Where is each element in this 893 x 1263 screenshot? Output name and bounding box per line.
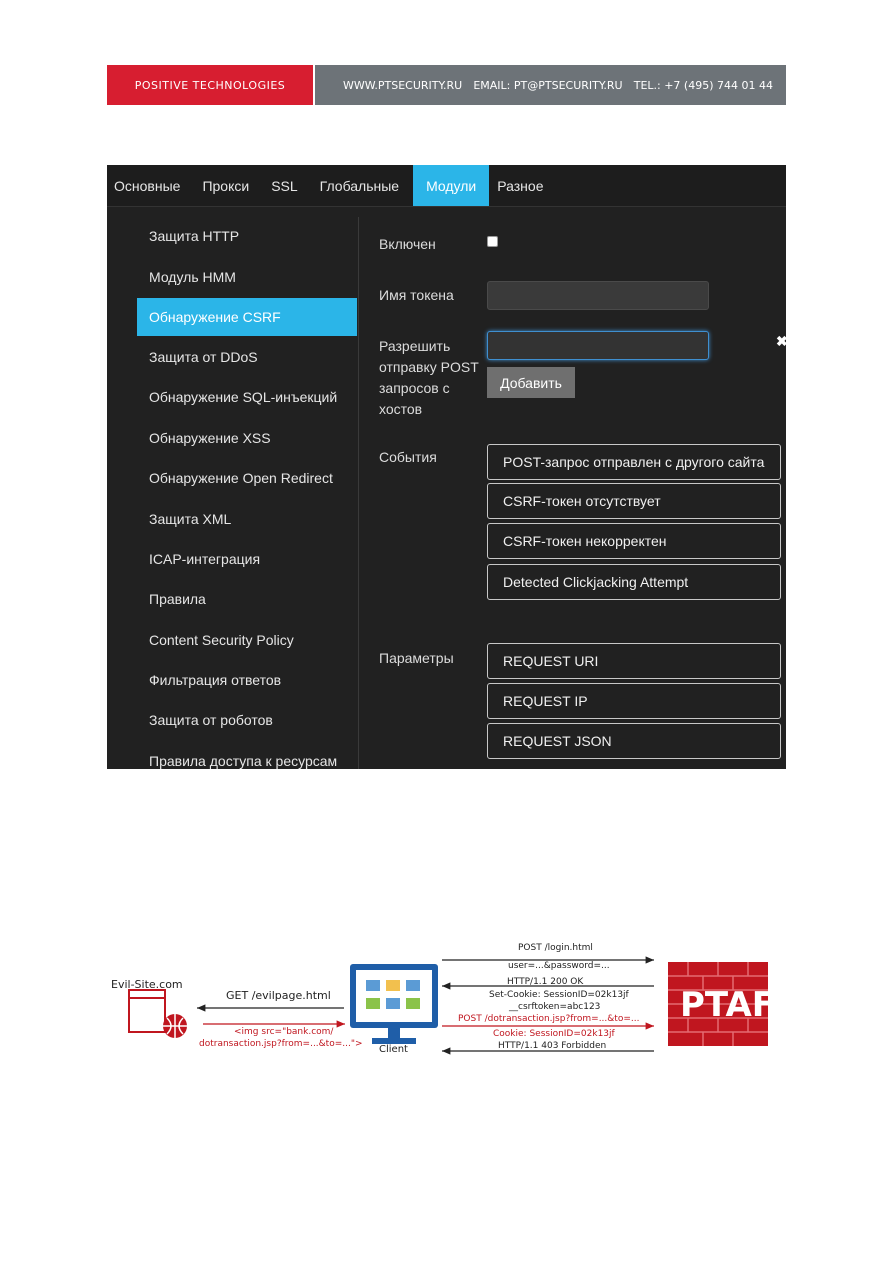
sidebar-item-http-protection[interactable]: Защита HTTP: [137, 216, 357, 256]
settings-panel: Основные Прокси SSL Глобальные Модули Ра…: [107, 165, 786, 769]
sidebar-item-robots[interactable]: Защита от роботов: [137, 700, 357, 740]
email-text: EMAIL: PT@PTSECURITY.RU: [473, 78, 623, 92]
add-button[interactable]: Добавить: [487, 367, 575, 398]
tab-ssl[interactable]: SSL: [263, 165, 311, 206]
client-label: Client: [379, 1044, 408, 1055]
param-item[interactable]: REQUEST URI: [487, 643, 781, 679]
event-item[interactable]: Detected Clickjacking Attempt: [487, 564, 781, 600]
evil-site-label: Evil-Site.com: [111, 978, 183, 991]
contact-bar: WWW.PTSECURITY.RU EMAIL: PT@PTSECURITY.R…: [315, 65, 786, 105]
sidebar-item-resource-access[interactable]: Правила доступа к ресурсам: [137, 741, 357, 769]
sidebar-item-open-redirect[interactable]: Обнаружение Open Redirect: [137, 458, 357, 498]
token-name-label: Имя токена: [379, 287, 454, 303]
sidebar-item-xml[interactable]: Защита XML: [137, 498, 357, 538]
img-tag-label-1: <img src="bank.com/: [234, 1027, 334, 1037]
brand-logo: POSITIVE TECHNOLOGIES: [107, 65, 313, 105]
csrf-token-label: __csrftoken=abc123: [509, 1002, 601, 1012]
sidebar-item-hmm-module[interactable]: Модуль HMM: [137, 256, 357, 296]
params-label: Параметры: [379, 650, 454, 666]
evil-site-icon: [128, 989, 187, 1038]
allow-hosts-label: Разрешить отправку POST запросов с хосто…: [379, 338, 479, 417]
set-cookie-label: Set-Cookie: SessionID=02k13jf: [489, 990, 629, 1000]
post-login-label: POST /login.html: [518, 943, 593, 953]
tab-main[interactable]: Основные: [107, 165, 194, 206]
param-item[interactable]: REQUEST JSON: [487, 723, 781, 759]
img-tag-label-2: dotransaction.jsp?from=...&to=...">: [199, 1039, 363, 1049]
enabled-checkbox[interactable]: [487, 236, 498, 247]
website-text: WWW.PTSECURITY.RU: [343, 78, 463, 92]
credentials-label: user=...&password=...: [508, 961, 610, 971]
sidebar-item-response-filter[interactable]: Фильтрация ответов: [137, 660, 357, 700]
sidebar-item-xss[interactable]: Обнаружение XSS: [137, 418, 357, 458]
cookie-label: Cookie: SessionID=02k13jf: [493, 1029, 615, 1039]
ptaf-label: PTAF: [680, 985, 776, 1025]
tab-proxy[interactable]: Прокси: [194, 165, 263, 206]
client-monitor-icon: [350, 964, 438, 1044]
divider: [358, 217, 359, 769]
sidebar-item-sqli[interactable]: Обнаружение SQL-инъекций: [137, 377, 357, 417]
enabled-label: Включен: [379, 236, 436, 252]
tab-modules[interactable]: Модули: [413, 165, 490, 206]
phone-text: TEL.: +7 (495) 744 01 44: [633, 78, 773, 92]
sidebar-item-csp[interactable]: Content Security Policy: [137, 620, 357, 660]
param-item[interactable]: REQUEST IP: [487, 683, 781, 719]
tab-misc[interactable]: Разное: [489, 165, 557, 206]
tab-bar: Основные Прокси SSL Глобальные Модули Ра…: [107, 165, 786, 207]
post-transaction-label: POST /dotransaction.jsp?from=...&to=...: [458, 1014, 640, 1024]
header-banner: POSITIVE TECHNOLOGIES WWW.PTSECURITY.RU …: [107, 65, 786, 105]
sidebar-item-icap[interactable]: ICAP-интеграция: [137, 539, 357, 579]
sidebar-item-ddos[interactable]: Защита от DDoS: [137, 337, 357, 377]
event-item[interactable]: CSRF-токен некорректен: [487, 523, 781, 559]
close-icon[interactable]: ✖: [776, 333, 786, 350]
event-item[interactable]: POST-запрос отправлен с другого сайта: [487, 444, 781, 480]
sidebar-item-rules[interactable]: Правила: [137, 579, 357, 619]
csrf-diagram: Evil-Site.com GET /evilpage.html <img sr…: [107, 940, 787, 1060]
event-item[interactable]: CSRF-токен отсутствует: [487, 483, 781, 519]
get-request-label: GET /evilpage.html: [226, 989, 331, 1002]
http-200-label: HTTP/1.1 200 OK: [507, 977, 584, 987]
module-sidebar: Защита HTTP Модуль HMM Обнаружение CSRF …: [137, 216, 357, 769]
token-name-input[interactable]: [487, 281, 709, 310]
tab-global[interactable]: Глобальные: [312, 165, 413, 206]
http-403-label: HTTP/1.1 403 Forbidden: [498, 1041, 607, 1051]
events-label: События: [379, 449, 437, 465]
allowed-host-input[interactable]: [487, 331, 709, 360]
sidebar-item-csrf[interactable]: Обнаружение CSRF: [137, 297, 357, 336]
